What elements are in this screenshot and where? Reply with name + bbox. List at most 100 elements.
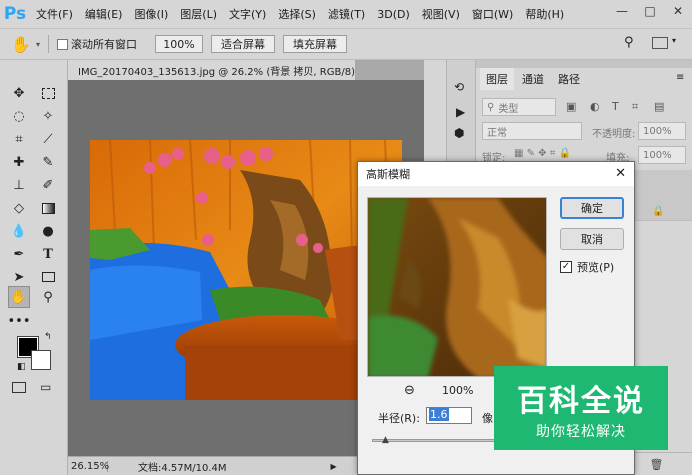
menu-window[interactable]: 窗口(W) xyxy=(466,6,519,22)
options-bar: ✋ ▾ 滚动所有窗口 100% 适合屏幕 填充屏幕 ⚲ ▾ xyxy=(0,28,692,60)
watermark-subtitle: 助你轻松解决 xyxy=(536,424,626,440)
brush-tool-icon[interactable]: ✎ xyxy=(37,151,59,173)
pen-tool-icon[interactable]: ✒ xyxy=(8,243,30,265)
radius-unit: 像 xyxy=(482,412,493,425)
fill-screen-button[interactable]: 填充屏幕 xyxy=(283,35,348,53)
hand-tool-icon[interactable]: ✋ xyxy=(6,35,36,54)
scroll-all-windows-option[interactable]: 滚动所有窗口 xyxy=(57,36,137,52)
eraser-tool-icon[interactable]: ◇ xyxy=(8,197,30,219)
ok-button[interactable]: 确定 xyxy=(560,197,624,219)
document-image[interactable] xyxy=(90,140,402,400)
zoom-tool-icon[interactable]: ⚲ xyxy=(37,286,59,308)
document-tab-title: IMG_20170403_135613.jpg @ 26.2% (背景 拷贝, … xyxy=(78,66,364,78)
actions-play-icon[interactable]: ▶ xyxy=(456,105,465,119)
preview-option[interactable]: ✓ 预览(P) xyxy=(560,259,614,275)
maximize-button[interactable]: □ xyxy=(636,0,664,22)
delete-layer-icon[interactable]: 🗑 xyxy=(650,458,664,471)
more-tools-icon[interactable]: ••• xyxy=(8,310,31,332)
menu-filter[interactable]: 滤镜(T) xyxy=(322,6,371,22)
history-icon[interactable]: ⟲ xyxy=(454,80,464,94)
close-button[interactable]: ✕ xyxy=(664,0,692,22)
history-brush-tool-icon[interactable]: ✐ xyxy=(37,174,59,196)
default-colors-icon[interactable]: ◧ xyxy=(17,362,26,372)
gradient-tool-icon[interactable] xyxy=(37,197,59,219)
filter-shape-icon[interactable]: ⌗ xyxy=(632,100,638,114)
menu-help[interactable]: 帮助(H) xyxy=(519,6,570,22)
cancel-button[interactable]: 取消 xyxy=(560,228,624,250)
filter-pixel-icon[interactable]: ▣ xyxy=(566,100,576,113)
3d-icon[interactable]: ⬢ xyxy=(454,126,464,140)
workspace-icon[interactable] xyxy=(652,37,668,49)
menu-3d[interactable]: 3D(D) xyxy=(371,8,416,21)
dialog-title: 高斯模糊 xyxy=(366,168,410,181)
scroll-all-checkbox[interactable] xyxy=(57,38,69,50)
radius-field[interactable]: 1.6 xyxy=(426,407,472,424)
layer-lock-icon: 🔒 xyxy=(652,206,665,217)
watermark-badge: 百科全说 助你轻松解决 xyxy=(494,366,668,450)
menu-select[interactable]: 选择(S) xyxy=(272,6,322,22)
blur-preview[interactable] xyxy=(367,197,547,377)
photoshop-logo: Ps xyxy=(3,4,27,24)
radius-label: 半径(R): xyxy=(378,412,420,425)
quick-mask-icon[interactable] xyxy=(12,382,26,393)
document-tab[interactable]: IMG_20170403_135613.jpg @ 26.2% (背景 拷贝, … xyxy=(68,60,381,80)
tools-panel: ✥ ◌ ✧ ⌗ ⟋ ✚ ✎ ⊥ ✐ ◇ 💧 ● ✒ T ➤ ✋ ⚲ ••• ↰ … xyxy=(0,60,68,475)
filter-smart-icon[interactable]: ▤ xyxy=(654,100,664,113)
dialog-close-icon[interactable]: ✕ xyxy=(615,166,626,181)
fill-field[interactable]: 100% xyxy=(638,146,686,164)
menu-type[interactable]: 文字(Y) xyxy=(223,6,272,22)
tool-preset-chevron-icon[interactable]: ▾ xyxy=(36,40,40,49)
type-tool-icon[interactable]: T xyxy=(37,243,59,265)
tab-channels[interactable]: 通道 xyxy=(516,68,550,90)
minimize-button[interactable]: — xyxy=(608,0,636,22)
swap-colors-icon[interactable]: ↰ xyxy=(44,332,52,342)
radius-slider-thumb[interactable]: ▲ xyxy=(382,435,389,445)
filter-adjustment-icon[interactable]: ◐ xyxy=(590,100,600,113)
screen-mode-icon[interactable]: ▭ xyxy=(40,380,51,394)
tab-paths[interactable]: 路径 xyxy=(552,68,586,90)
opacity-field[interactable]: 100% xyxy=(638,122,686,140)
window-controls: — □ ✕ xyxy=(608,0,692,28)
marquee-tool-icon[interactable] xyxy=(37,82,59,104)
lasso-tool-icon[interactable]: ◌ xyxy=(8,105,30,127)
menu-edit[interactable]: 编辑(E) xyxy=(79,6,129,22)
blend-mode-select[interactable]: 正常 xyxy=(482,122,582,140)
search-icon[interactable]: ⚲ xyxy=(624,35,634,50)
layer-filter-value: 类型 xyxy=(498,103,519,115)
preview-checkbox[interactable]: ✓ xyxy=(560,261,572,273)
radius-value: 1.6 xyxy=(429,408,449,421)
background-color-swatch[interactable] xyxy=(31,350,51,370)
path-selection-tool-icon[interactable]: ➤ xyxy=(8,266,30,288)
healing-brush-tool-icon[interactable]: ✚ xyxy=(8,151,30,173)
layer-filter-select[interactable]: ⚲ 类型 xyxy=(482,98,556,116)
dodge-tool-icon[interactable]: ● xyxy=(37,220,59,242)
menu-file[interactable]: 文件(F) xyxy=(30,6,79,22)
status-chevron-icon[interactable]: ▶ xyxy=(331,462,337,471)
menu-view[interactable]: 视图(V) xyxy=(416,6,466,22)
menu-image[interactable]: 图像(I) xyxy=(128,6,174,22)
menu-layer[interactable]: 图层(L) xyxy=(174,6,223,22)
panel-menu-icon[interactable]: ≡ xyxy=(676,72,684,83)
crop-tool-icon[interactable]: ⌗ xyxy=(8,128,30,150)
rectangle-tool-icon[interactable] xyxy=(37,266,59,288)
blur-tool-icon[interactable]: 💧 xyxy=(8,220,30,242)
zoom-out-icon[interactable]: ⊖ xyxy=(404,383,415,398)
move-tool-icon[interactable]: ✥ xyxy=(8,82,30,104)
zoom-100-button[interactable]: 100% xyxy=(155,35,204,53)
filter-type-icon[interactable]: T xyxy=(612,100,619,113)
workspace-chevron-icon[interactable]: ▾ xyxy=(672,36,676,45)
magic-wand-tool-icon[interactable]: ✧ xyxy=(37,105,59,127)
lock-icons[interactable]: ▦ ✎ ✥ ⌗ 🔒 xyxy=(514,148,571,159)
divider xyxy=(48,35,50,53)
scroll-all-label: 滚动所有窗口 xyxy=(71,38,138,51)
tab-layers[interactable]: 图层 xyxy=(480,68,514,90)
zoom-level[interactable]: 26.15% xyxy=(68,460,109,472)
hand-tool-icon[interactable]: ✋ xyxy=(8,286,30,308)
eyedropper-tool-icon[interactable]: ⟋ xyxy=(37,128,59,150)
document-info: 文档:4.57M/10.4M xyxy=(138,462,227,474)
menu-bar: Ps 文件(F) 编辑(E) 图像(I) 图层(L) 文字(Y) 选择(S) 滤… xyxy=(0,0,692,28)
tab-bar-empty xyxy=(356,60,424,80)
preview-zoom-value: 100% xyxy=(442,384,474,397)
fit-screen-button[interactable]: 适合屏幕 xyxy=(211,35,276,53)
clone-stamp-tool-icon[interactable]: ⊥ xyxy=(8,174,30,196)
